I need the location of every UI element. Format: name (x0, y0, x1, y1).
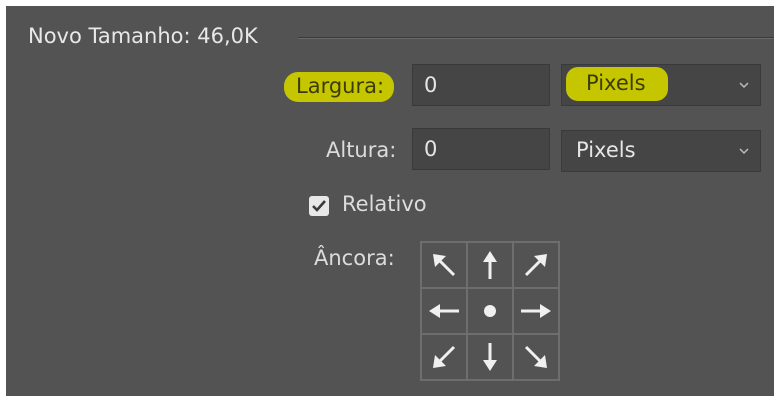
anchor-center[interactable] (467, 288, 513, 334)
width-unit-value: Pixels (566, 67, 668, 101)
anchor-top[interactable] (467, 242, 513, 288)
center-dot-icon (484, 305, 496, 317)
anchor-bottom[interactable] (467, 334, 513, 380)
height-label: Altura: (326, 138, 397, 162)
height-unit-select[interactable]: Pixels (561, 130, 761, 172)
arrow-right-icon (521, 304, 551, 318)
width-input[interactable]: 0 (412, 64, 550, 106)
height-input[interactable]: 0 (412, 128, 550, 170)
anchor-label: Âncora: (314, 246, 395, 270)
arrow-up-icon (483, 251, 497, 279)
chevron-down-icon (739, 82, 749, 89)
arrow-down-right-icon (524, 345, 547, 368)
anchor-bottom-right[interactable] (513, 334, 559, 380)
arrow-up-right-icon (524, 254, 547, 277)
height-unit-value: Pixels (576, 138, 636, 162)
relative-checkbox[interactable] (309, 196, 329, 216)
group-divider (298, 37, 774, 38)
width-unit-select[interactable]: Pixels (561, 64, 761, 106)
width-label: Largura: (284, 72, 395, 102)
anchor-bottom-left[interactable] (421, 334, 467, 380)
anchor-left[interactable] (421, 288, 467, 334)
group-title: Novo Tamanho: 46,0K (28, 24, 258, 48)
relative-label[interactable]: Relativo (342, 192, 427, 216)
arrow-up-left-icon (433, 254, 456, 277)
arrow-down-left-icon (433, 345, 456, 368)
canvas-size-dialog: Novo Tamanho: 46,0K Largura: 0 Pixels Al… (6, 6, 774, 396)
checkmark-icon (312, 200, 326, 212)
anchor-top-left[interactable] (421, 242, 467, 288)
anchor-grid (420, 241, 560, 381)
anchor-top-right[interactable] (513, 242, 559, 288)
arrow-down-icon (483, 343, 497, 371)
chevron-down-icon (739, 148, 749, 155)
anchor-right[interactable] (513, 288, 559, 334)
arrow-left-icon (429, 304, 459, 318)
